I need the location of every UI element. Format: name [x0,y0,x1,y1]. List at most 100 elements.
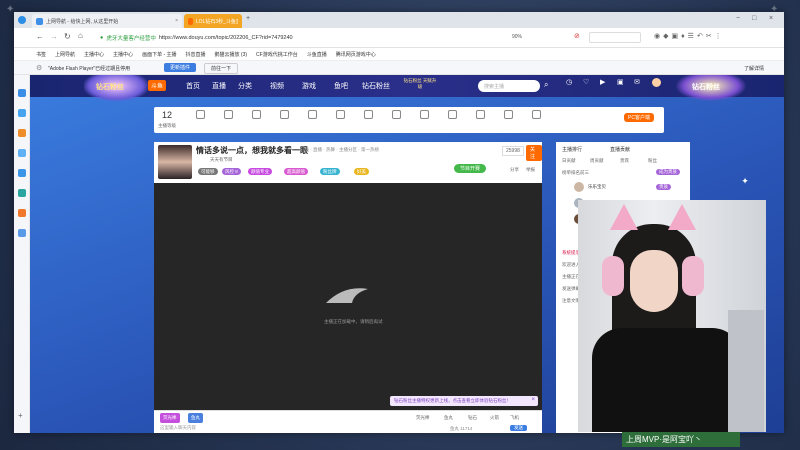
bookmark-item[interactable]: CF游戏代挑工作台 [256,51,298,58]
tab-douyu[interactable]: LOL钻石3秒_斗鱼直播平台 [184,14,242,28]
sidebar-app-icon[interactable] [18,129,26,137]
toolbar-item[interactable] [498,110,518,120]
nav-fishbar[interactable]: 鱼吧 [334,81,348,91]
search-box[interactable] [589,32,641,43]
back-icon[interactable]: ← [36,32,44,41]
share-button[interactable]: 分享 [510,167,519,173]
gift-item[interactable]: 荧光棒 [416,415,430,421]
sidebar-app-icon[interactable] [18,109,26,117]
close-window-icon[interactable]: × [769,15,773,22]
bookmark-item[interactable]: 抖音直播 [186,51,206,58]
nav-diamond[interactable]: 钻石粉丝 [362,81,390,91]
toolbar-item[interactable] [386,110,406,120]
toolbar-item[interactable] [218,110,238,120]
rank-button[interactable]: 成为贵族 [656,169,680,175]
remind-later-button[interactable]: 前往一下 [204,63,239,74]
sidebar-app-icon[interactable] [18,189,26,197]
history-icon[interactable]: ◷ [566,78,572,86]
follow-icon[interactable]: ♡ [583,78,589,86]
bookmark-item[interactable]: 鹅猫云播放 (3) [215,51,248,58]
chat-subtab[interactable]: 粉丝 [648,158,657,164]
toolbar-icons[interactable]: ◉◆▣♦☰↶✂⋮ [654,32,725,40]
avatar[interactable] [652,78,661,87]
nav-hint[interactable]: 钻石粉丝 天赋升级 [402,78,438,90]
rank-user[interactable]: 乐乐宝贝 [588,184,606,190]
toolbar-item[interactable] [274,110,294,120]
sidebar-app-icon[interactable] [18,229,26,237]
video-player[interactable]: 主播正在加载中，请稍后再试 钻石粉丝主播特权更新上线，点击查看立即体验钻石粉丝！… [154,183,542,410]
heat-badge[interactable]: 节目开赛 [454,164,487,173]
chat-input-hint[interactable]: 这里输入聊天内容 [160,425,196,431]
toolbar-item[interactable] [414,110,434,120]
bookmark-item[interactable]: 上网导航 [55,51,75,58]
search-field[interactable]: 搜索主播 [478,80,540,92]
sidebar-app-icon[interactable] [18,169,26,177]
client-icon[interactable]: ▣ [617,78,624,86]
message-icon[interactable]: ✉ [634,78,640,86]
forward-icon[interactable]: → [50,32,58,41]
new-tab-icon[interactable]: + [246,15,250,22]
gift-left-glowstick[interactable]: 荧光棒 [160,413,180,423]
report-button[interactable]: 举报 [526,167,535,173]
pc-client-button[interactable]: PC客户端 [624,113,654,122]
gift-left-fishball[interactable]: 鱼丸 [188,413,203,423]
live-icon[interactable]: ▶ [600,78,605,86]
bookmark-item[interactable]: 画面下单 - 主播 [142,51,176,58]
room-tag[interactable]: 好美 [354,168,369,175]
bookmark-item[interactable]: 主播中心 [84,51,104,58]
bookmark-item[interactable]: 主播中心 [113,51,133,58]
chat-tab[interactable]: 直播贡献 [610,146,630,153]
gift-item[interactable]: 飞机 [510,415,519,421]
nav-video[interactable]: 视频 [270,81,284,91]
toolbar-item[interactable] [330,110,350,120]
maximize-icon[interactable]: □ [752,15,756,22]
anchor-avatar[interactable] [158,145,192,179]
toolbar-item[interactable] [526,110,546,120]
room-tag[interactable]: 超高颜值 [284,168,308,175]
room-tag[interactable]: 粉丝牌 [320,168,340,175]
notice-banner[interactable]: 钻石粉丝主播特权更新上线，点击查看立即体验钻石粉丝！ × [390,396,538,406]
gift-item[interactable]: 钻石 [468,415,477,421]
learn-more-link[interactable]: 了解详情 [744,65,764,72]
sidebar-app-icon[interactable] [18,149,26,157]
tab-navigation[interactable]: 上网导航 - 给快上网, 从这里开始 × [32,14,182,28]
send-button[interactable]: 发送 [510,425,527,431]
nav-home[interactable]: 首页 [186,81,200,91]
address-bar[interactable]: ● 虎牙大量客户经营中 https://www.douyu.com/topic/… [100,31,530,45]
bookmark-item[interactable]: 斗鱼直播 [307,51,327,58]
close-icon[interactable]: × [531,397,535,403]
add-icon[interactable]: + [18,411,23,420]
home-icon[interactable]: ⌂ [78,31,83,40]
toolbar-item[interactable] [246,110,266,120]
room-tag[interactable]: 风控 8 [222,168,241,175]
toolbar-item[interactable] [190,110,210,120]
chat-subtab[interactable]: 周贡献 [590,158,604,164]
follow-button[interactable]: 关注 [526,145,542,161]
bookmark-item[interactable]: 书签 [36,51,46,58]
toolbar-item[interactable] [302,110,322,120]
zoom-level[interactable]: 90% [512,34,522,40]
close-icon[interactable]: × [175,18,178,24]
chat-subtab[interactable]: 日贡献 [562,158,576,164]
chat-subtab[interactable]: 贵宾 [620,158,629,164]
bookmark-item[interactable]: 腾讯网页游戏中心 [336,51,376,58]
sidebar-app-icon[interactable] [18,209,26,217]
update-plugin-button[interactable]: 更新插件 [164,63,197,72]
sidebar-app-icon[interactable] [18,89,26,97]
site-logo[interactable]: 斗鱼 [148,80,167,91]
search-icon[interactable]: ⌕ [544,80,548,90]
nav-category[interactable]: 分类 [238,81,252,91]
room-tag[interactable]: 颜值专业 [248,168,272,175]
toolbar-item[interactable] [470,110,490,120]
extensions-icon[interactable]: ⊘ [574,32,580,40]
nav-games[interactable]: 游戏 [302,81,316,91]
room-tag[interactable]: 可能够 [198,168,218,175]
minimize-icon[interactable]: − [736,15,740,22]
gift-item[interactable]: 鱼丸 [444,415,453,421]
gift-item[interactable]: 火箭 [490,415,499,421]
chat-tab[interactable]: 主播排行 [562,146,582,153]
refresh-icon[interactable]: ↻ [64,32,71,41]
toolbar-item[interactable] [442,110,462,120]
toolbar-item[interactable] [358,110,378,120]
nav-live[interactable]: 直播 [212,81,226,91]
